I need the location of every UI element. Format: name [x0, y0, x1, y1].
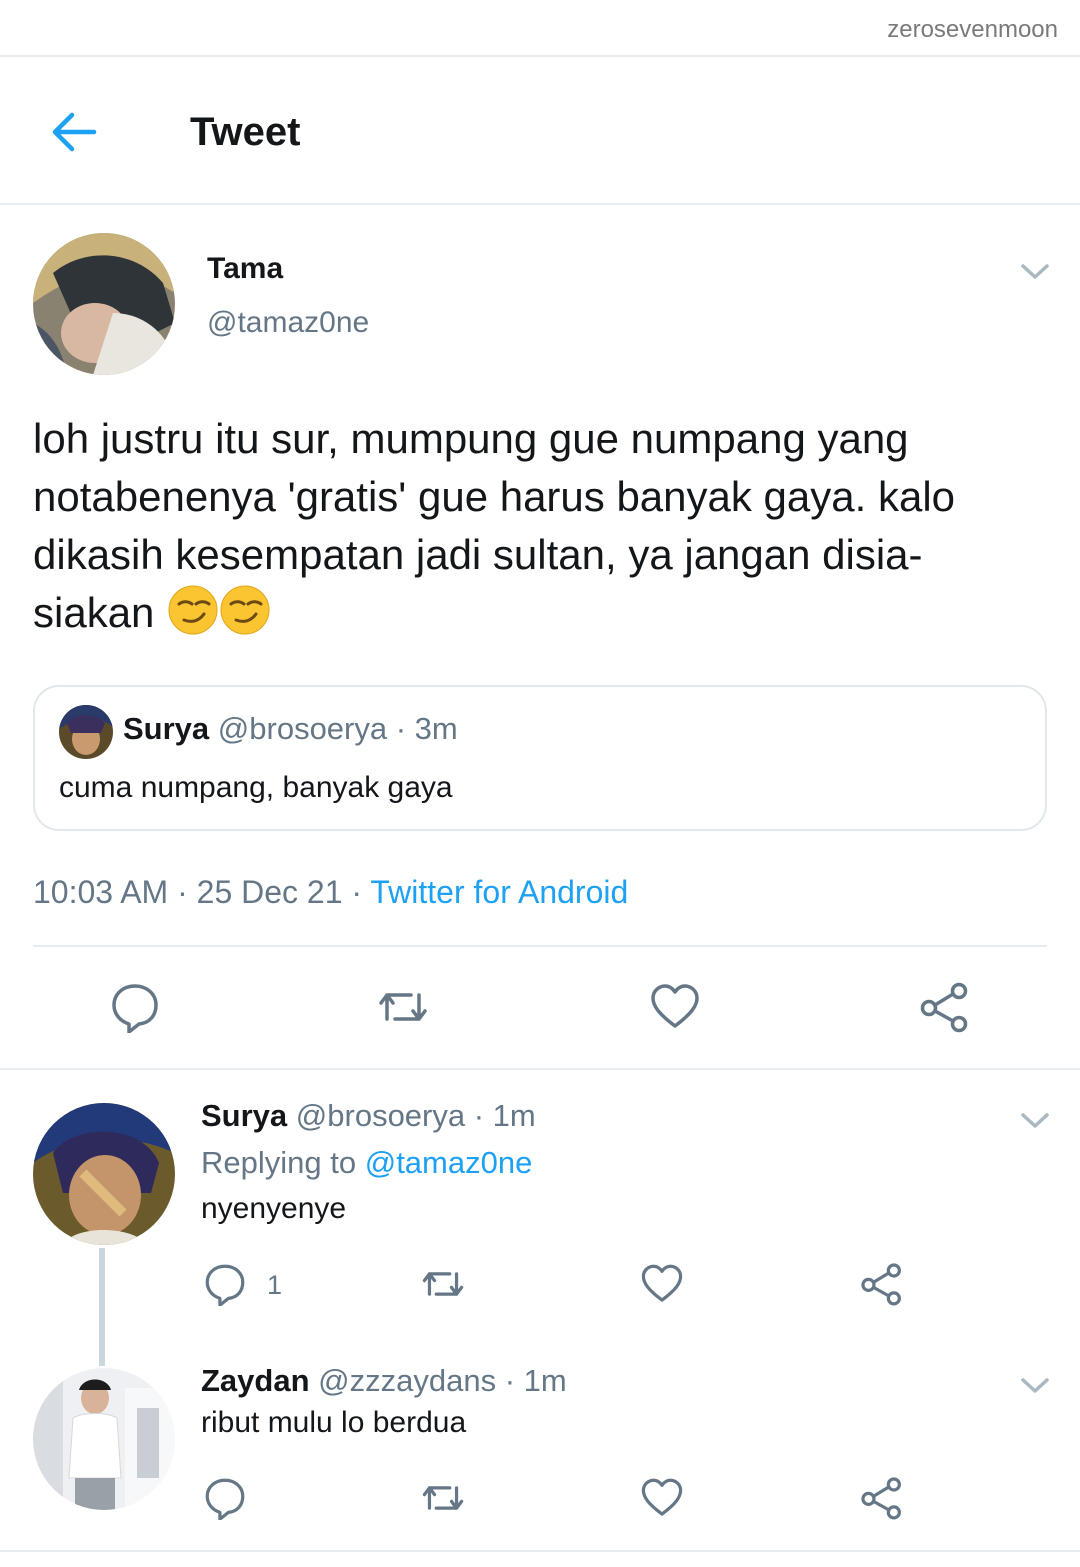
reply-author-name[interactable]: Zaydan	[201, 1363, 310, 1398]
retweet-icon[interactable]	[420, 1262, 466, 1306]
chevron-down-icon[interactable]	[1020, 262, 1050, 282]
quoted-time: · 3m	[395, 711, 458, 746]
reply-time: · 1m	[473, 1098, 536, 1133]
reply-author-handle[interactable]: @zzzaydans	[318, 1363, 496, 1398]
retweet-icon[interactable]	[420, 1476, 466, 1520]
tweet-meta: 10:03 AM · 25 Dec 21 · Twitter for Andro…	[33, 874, 628, 911]
avatar[interactable]	[33, 233, 175, 375]
like-heart-icon[interactable]	[649, 981, 701, 1033]
divider	[0, 203, 1080, 205]
like-heart-icon[interactable]	[640, 1476, 684, 1520]
divider	[0, 55, 1080, 57]
share-icon[interactable]	[860, 1262, 904, 1306]
author-name[interactable]: Tama	[207, 252, 283, 286]
replying-to: Replying to @tamaz0ne	[201, 1145, 532, 1181]
chevron-down-icon[interactable]	[1020, 1376, 1050, 1396]
thread-line	[99, 1248, 105, 1366]
share-icon[interactable]	[919, 981, 971, 1033]
smirk-emoji-icon	[220, 585, 270, 635]
chevron-down-icon[interactable]	[1020, 1111, 1050, 1131]
watermark: zerosevenmoon	[887, 16, 1058, 43]
author-handle[interactable]: @tamaz0ne	[207, 306, 369, 340]
divider	[33, 945, 1047, 947]
reply-author-handle[interactable]: @brosoerya	[296, 1098, 465, 1133]
avatar	[59, 705, 113, 759]
timestamp: 10:03 AM · 25 Dec 21 ·	[33, 874, 371, 910]
divider	[0, 1550, 1080, 1552]
retweet-icon[interactable]	[377, 981, 429, 1033]
reply-icon[interactable]	[109, 981, 161, 1034]
quoted-author-handle: @brosoerya	[217, 711, 388, 746]
avatar[interactable]	[33, 1103, 175, 1245]
reply-time: · 1m	[504, 1363, 567, 1398]
source-link[interactable]: Twitter for Android	[370, 874, 628, 910]
page-title: Tweet	[190, 110, 301, 154]
reply-author-name[interactable]: Surya	[201, 1098, 287, 1133]
avatar[interactable]	[33, 1368, 175, 1510]
smirk-emoji-icon	[168, 585, 218, 635]
replying-to-handle[interactable]: @tamaz0ne	[365, 1145, 533, 1180]
reply-header: Surya @brosoerya · 1m	[201, 1098, 536, 1134]
quoted-tweet-header: Surya @brosoerya · 3m	[123, 711, 458, 747]
quoted-text: cuma numpang, banyak gaya	[59, 771, 453, 804]
reply-text: ribut mulu lo berdua	[201, 1406, 467, 1439]
replying-to-label: Replying to	[201, 1145, 365, 1180]
reply-count: 1	[267, 1270, 283, 1300]
reply-icon[interactable]	[203, 1262, 247, 1307]
share-icon[interactable]	[860, 1476, 904, 1520]
reply-header: Zaydan @zzzaydans · 1m	[201, 1363, 567, 1399]
reply-icon[interactable]	[203, 1476, 247, 1521]
quoted-tweet[interactable]: Surya @brosoerya · 3m cuma numpang, bany…	[33, 685, 1047, 831]
divider	[0, 1068, 1080, 1070]
reply-text: nyenyenye	[201, 1192, 347, 1225]
like-heart-icon[interactable]	[640, 1262, 684, 1306]
tweet-body: loh justru itu sur, mumpung gue numpang …	[33, 410, 1043, 642]
back-arrow-icon[interactable]	[50, 110, 98, 154]
quoted-author-name: Surya	[123, 711, 210, 746]
